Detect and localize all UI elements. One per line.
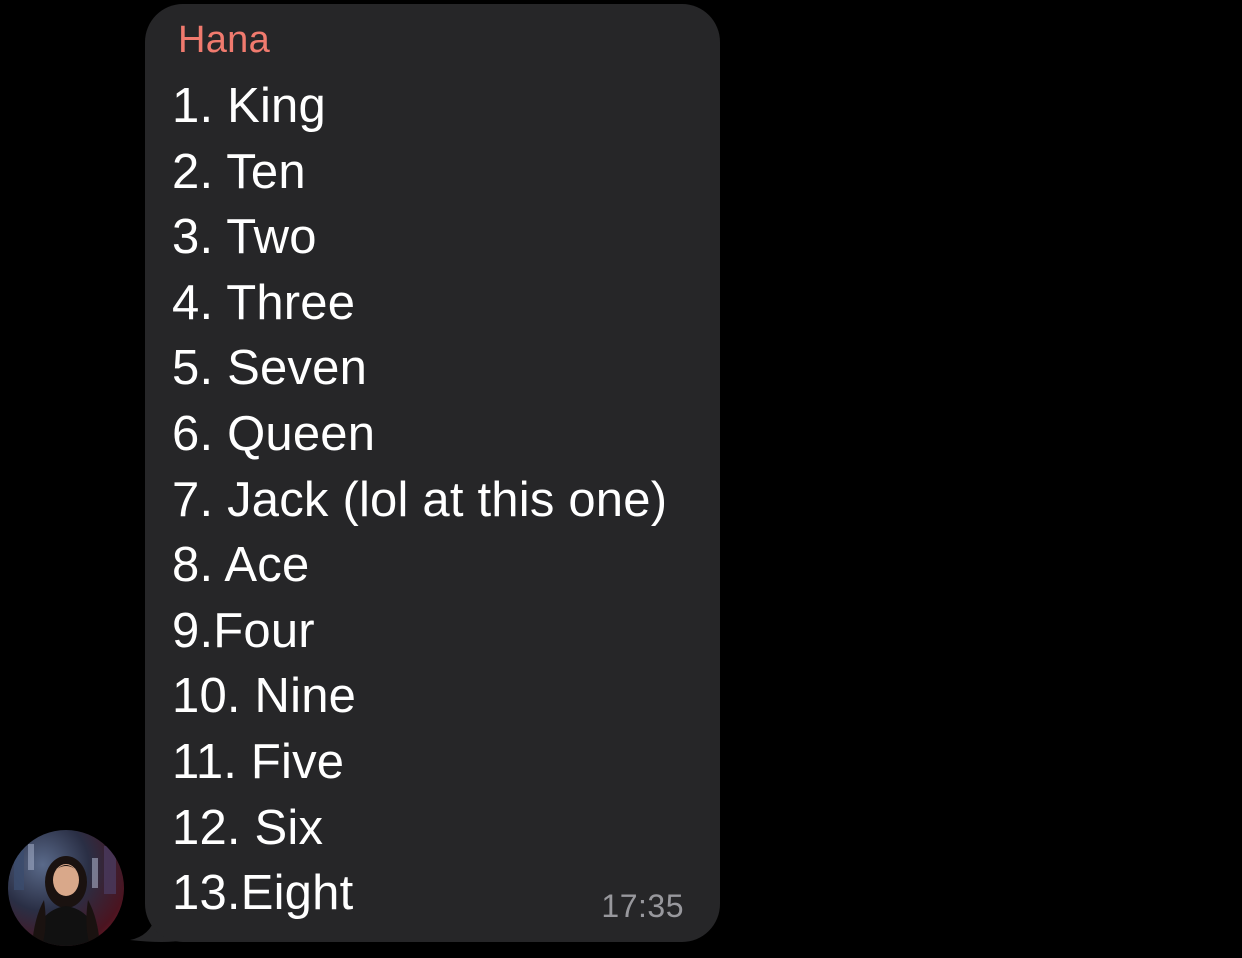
message-text: 1. King 2. Ten 3. Two 4. Three 5. Seven …: [172, 74, 667, 927]
message-line: 2. Ten: [172, 144, 306, 199]
message-line: 8. Ace: [172, 538, 310, 593]
message-line: 3. Two: [172, 210, 317, 265]
message-line: 1. King: [172, 79, 326, 133]
message-line: 6. Queen: [172, 406, 376, 461]
message-timestamp: 17:35: [601, 888, 684, 924]
message-line: 12. Six: [172, 800, 324, 855]
message-line: 13.Eight: [172, 866, 354, 921]
message-line: 5. Seven: [172, 341, 368, 396]
message-line: 4. Three: [172, 275, 356, 330]
avatar[interactable]: [8, 830, 124, 946]
avatar-photo-icon: [14, 844, 116, 946]
message-line: 10. Nine: [172, 669, 357, 724]
message-bubble[interactable]: Hana 1. King 2. Ten 3. Two 4. Three 5. S…: [145, 4, 720, 942]
message-line: 11. Five: [172, 734, 345, 789]
message-line: 7. Jack (lol at this one): [172, 472, 668, 527]
message-line: 9.Four: [172, 603, 315, 658]
sender-name[interactable]: Hana: [178, 18, 270, 62]
